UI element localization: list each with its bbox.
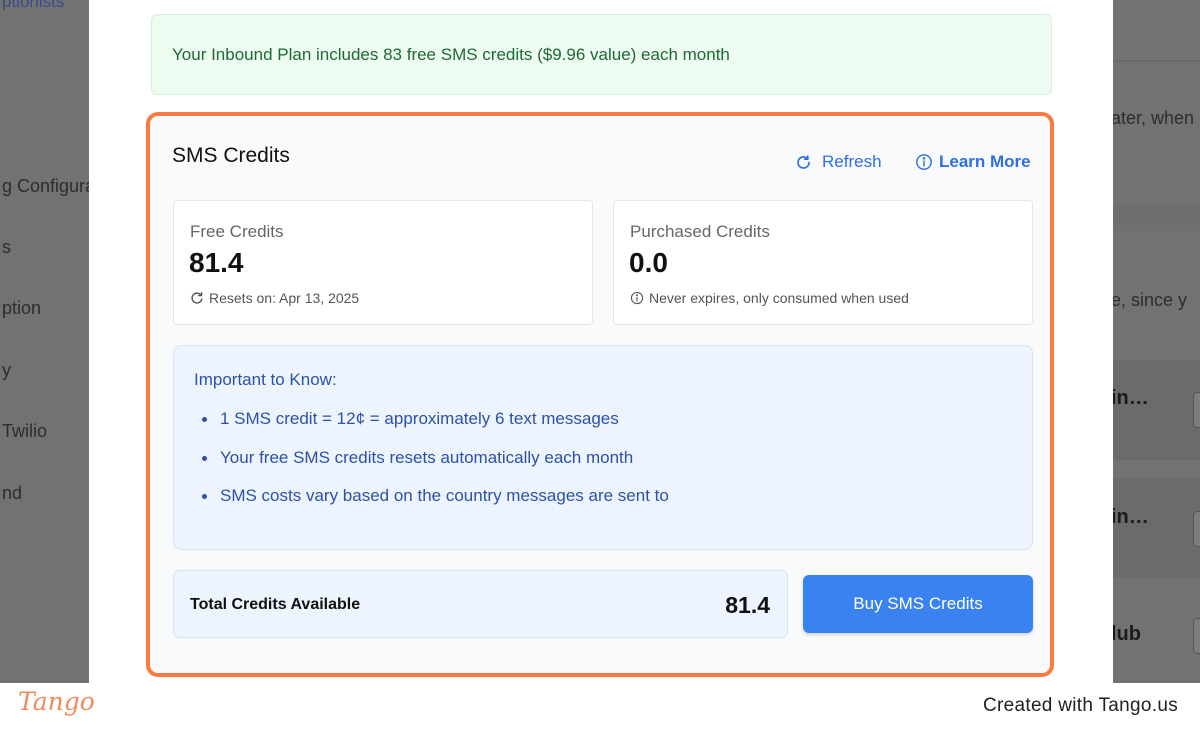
background-row-title: in… bbox=[1113, 387, 1149, 409]
sidebar-item: Twilio bbox=[2, 421, 48, 441]
purchased-credits-value: 0.0 bbox=[629, 247, 668, 278]
reset-icon bbox=[190, 291, 204, 305]
sidebar-item: nd bbox=[2, 483, 23, 503]
background-row-title: lub bbox=[1113, 623, 1141, 645]
sms-credits-card: SMS Credits Refresh Learn More Free Cred… bbox=[146, 112, 1054, 677]
plan-banner: Your Inbound Plan includes 83 free SMS c… bbox=[151, 14, 1052, 95]
info-icon bbox=[915, 153, 933, 171]
background-control bbox=[1193, 618, 1200, 654]
info-list: 1 SMS credit = 12¢ = approximately 6 tex… bbox=[202, 408, 669, 524]
sidebar-item: g Configura bbox=[2, 176, 96, 196]
info-title: Important to Know: bbox=[194, 370, 337, 389]
learn-more-button[interactable]: Learn More bbox=[915, 152, 1031, 172]
list-item: SMS costs vary based on the country mess… bbox=[202, 485, 669, 524]
purchased-credits-box: Purchased Credits 0.0 Never expires, onl… bbox=[613, 200, 1033, 325]
background-row bbox=[1113, 360, 1200, 460]
free-credits-reset: Resets on: Apr 13, 2025 bbox=[190, 290, 359, 306]
tango-footer: Tango Created with Tango.us bbox=[0, 683, 1200, 729]
learn-more-label: Learn More bbox=[939, 152, 1031, 171]
buy-sms-credits-button[interactable]: Buy SMS Credits bbox=[803, 575, 1033, 633]
free-credits-value: 81.4 bbox=[189, 247, 244, 278]
sidebar-item: s bbox=[2, 237, 11, 257]
free-credits-label: Free Credits bbox=[190, 222, 284, 241]
background-row-title: in… bbox=[1113, 506, 1149, 528]
background-content: ater, when e, since y in… in… lub bbox=[1113, 0, 1200, 683]
tango-logo: Tango bbox=[18, 687, 95, 716]
reset-text: Resets on: Apr 13, 2025 bbox=[209, 290, 360, 306]
never-expires-text: Never expires, only consumed when used bbox=[649, 290, 909, 306]
purchased-credits-label: Purchased Credits bbox=[630, 222, 770, 241]
total-credits-box: Total Credits Available 81.4 bbox=[173, 570, 788, 638]
divider bbox=[1113, 60, 1200, 62]
sidebar-item: y bbox=[2, 360, 11, 380]
refresh-icon bbox=[795, 154, 812, 171]
sms-credits-modal: Your Inbound Plan includes 83 free SMS c… bbox=[89, 0, 1113, 683]
card-title: SMS Credits bbox=[172, 144, 290, 167]
free-credits-box: Free Credits 81.4 Resets on: Apr 13, 202… bbox=[173, 200, 593, 325]
important-info-box: Important to Know: 1 SMS credit = 12¢ = … bbox=[173, 345, 1033, 550]
purchased-credits-note: Never expires, only consumed when used bbox=[630, 290, 909, 306]
refresh-label: Refresh bbox=[822, 152, 882, 171]
background-control bbox=[1193, 392, 1200, 428]
refresh-button[interactable]: Refresh bbox=[795, 152, 882, 172]
total-credits-label: Total Credits Available bbox=[190, 596, 361, 613]
divider bbox=[1113, 205, 1200, 225]
background-control bbox=[1193, 511, 1200, 547]
info-icon bbox=[630, 291, 644, 305]
sidebar-heading: ptionists bbox=[2, 0, 65, 11]
background-sidebar: ptionists g Configura s ption y Twilio n… bbox=[0, 0, 95, 683]
list-item: 1 SMS credit = 12¢ = approximately 6 tex… bbox=[202, 408, 669, 447]
background-text: ater, when bbox=[1113, 108, 1195, 128]
created-with-text: Created with Tango.us bbox=[982, 695, 1178, 716]
total-credits-value: 81.4 bbox=[725, 592, 770, 618]
background-text: e, since y bbox=[1113, 290, 1188, 310]
list-item: Your free SMS credits resets automatical… bbox=[202, 447, 669, 486]
sidebar-item: ption bbox=[2, 298, 42, 318]
